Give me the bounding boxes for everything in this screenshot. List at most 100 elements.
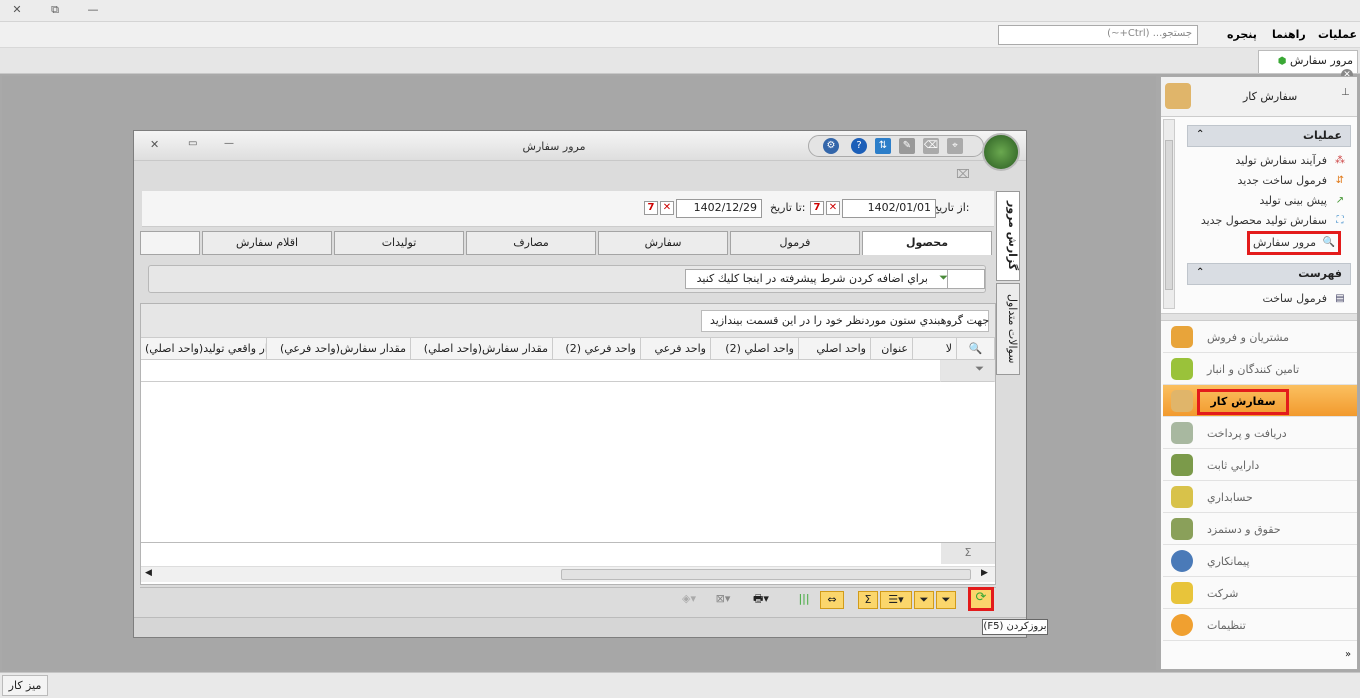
filter-row[interactable] (141, 360, 941, 382)
tab-product[interactable]: محصول (862, 231, 992, 255)
module-work-order[interactable]: سفارش كار (1163, 385, 1357, 417)
module-customers-sales[interactable]: مشتریان و فروش (1163, 321, 1357, 353)
tab-order-review[interactable]: مرور سفارش ⬢ ✕ (1258, 50, 1358, 81)
menu-help[interactable]: راهنما (1272, 28, 1306, 41)
column-header[interactable]: مقدار واقعي توليد(واحد اصلي) (141, 338, 267, 360)
minimize-window-button[interactable]: — (82, 2, 104, 18)
restore-window-button[interactable]: ⧉ (44, 2, 66, 18)
tab-formula[interactable]: فرمول (730, 231, 860, 255)
filter-indicator[interactable] (947, 269, 985, 289)
vtab-faq[interactable]: سوالات متداول (996, 283, 1020, 375)
summary-button[interactable]: Σ (858, 591, 878, 609)
app-logo-icon (982, 133, 1020, 171)
gear-icon (1171, 614, 1193, 636)
refresh-button[interactable]: ⟳ (968, 587, 994, 611)
column-header[interactable]: واحد اصلي (799, 338, 871, 360)
pick-to-date-icon[interactable]: 7 (644, 201, 658, 215)
from-date-label: از تاریخ: (932, 201, 970, 214)
tab-productions[interactable]: تولیدات (334, 231, 464, 255)
menu-window[interactable]: پنجره (1227, 28, 1257, 41)
filter-row-icon[interactable]: ⏷ (941, 360, 995, 382)
ops-section-header[interactable]: عملیات ⌃ (1187, 125, 1351, 147)
vertical-tabs: گزارش مرور سوالات متداول (996, 191, 1022, 491)
column-width-icon[interactable]: ||| (794, 591, 814, 609)
op-production-process[interactable]: فرآیند سفارش تولید ⁂ (1187, 151, 1351, 171)
dialog-close-button[interactable]: ✕ (150, 138, 159, 151)
more-options-icon[interactable]: ◈▾ (676, 591, 702, 609)
pick-from-date-icon[interactable]: 7 (810, 201, 824, 215)
op-label: مرور سفارش (1253, 236, 1316, 249)
scroll-right-arrow[interactable]: ▶ (981, 568, 988, 578)
payments-icon (1171, 422, 1193, 444)
module-fixed-assets[interactable]: دارايي ثابت (1163, 449, 1357, 481)
op-new-formula[interactable]: فرمول ساخت جدید ⇵ (1187, 171, 1351, 191)
close-window-button[interactable]: ✕ (6, 2, 28, 18)
filter-clear-icon[interactable]: ⌫ (923, 138, 939, 154)
tab-order-items[interactable]: اقلام سفارش (202, 231, 332, 255)
filter-off-icon[interactable]: ⌧ (956, 167, 970, 181)
column-header[interactable]: عنوان (871, 338, 913, 360)
collapse-icon[interactable]: ⌃ (1196, 129, 1204, 140)
settings-icon[interactable]: ⚙ (823, 138, 839, 154)
column-header[interactable]: واحد اصلي (2) (711, 338, 799, 360)
dialog-maximize-button[interactable]: ▭ (188, 138, 197, 149)
edit-icon[interactable]: ✎ (899, 138, 915, 154)
payroll-icon (1171, 518, 1193, 540)
list-section-header[interactable]: فهرست ⌃ (1187, 263, 1351, 285)
module-suppliers-warehouse[interactable]: تامین کنندگان و انبار (1163, 353, 1357, 385)
auto-filter-button[interactable]: ⏷ (914, 591, 934, 609)
dialog-minimize-button[interactable]: — (224, 138, 234, 149)
op-order-review[interactable]: مرور سفارش 🔍 (1247, 231, 1341, 255)
clear-to-date-button[interactable]: ✕ (660, 201, 674, 215)
search-input[interactable]: جستجو... (Ctrl+~) (998, 25, 1198, 45)
module-receipts-payments[interactable]: دریافت و پرداخت (1163, 417, 1357, 449)
module-contracting[interactable]: پیمانکاري (1163, 545, 1357, 577)
tab-consumption[interactable]: مصارف (466, 231, 596, 255)
assets-icon (1171, 454, 1193, 476)
desk-button[interactable]: میز کار (2, 675, 48, 696)
scroll-thumb[interactable] (561, 569, 971, 580)
vtab-review-report[interactable]: گزارش مرور (996, 191, 1020, 281)
tab-order[interactable]: سفارش (598, 231, 728, 255)
menu-operations[interactable]: عملیات (1318, 28, 1357, 41)
module-accounting[interactable]: حسابداري (1163, 481, 1357, 513)
collapse-icon[interactable]: ⌃ (1196, 267, 1204, 278)
column-header[interactable]: واحد فرعي (641, 338, 711, 360)
column-header[interactable]: مقدار سفارش(واحد فرعي) (267, 338, 411, 360)
panel-splitter[interactable] (1161, 313, 1357, 321)
clear-from-date-button[interactable]: ✕ (826, 201, 840, 215)
list-header-label: فهرست (1298, 267, 1342, 280)
column-header[interactable]: واحد فرعي (2) (553, 338, 641, 360)
advanced-filter-button[interactable]: براي اضافه كردن شرط پيشرفته در اينجا كلي… (685, 269, 953, 289)
dialog-titlebar: ✕ ▭ — مرور سفارش ⚙ ? ⇅ ✎ ⌫ ⌖ (134, 131, 1026, 171)
horizontal-scrollbar[interactable]: ◀ ▶ (141, 566, 995, 582)
op-forecast[interactable]: پیش بینی تولید ↗ (1187, 191, 1351, 211)
export-excel-icon[interactable]: ⊠▾ (706, 591, 740, 609)
help-icon[interactable]: ? (851, 138, 867, 154)
filter-button[interactable]: ⏷ (936, 591, 956, 609)
print-icon[interactable]: 🖶▾ (744, 591, 778, 609)
panel-scroll-thumb[interactable] (1165, 140, 1173, 290)
pin-panel-icon[interactable]: ⊥ (1341, 87, 1350, 98)
module-company[interactable]: شرکت (1163, 577, 1357, 609)
from-date-field[interactable]: 1402/01/01 (842, 199, 936, 218)
scroll-left-arrow[interactable]: ◀ (145, 568, 152, 578)
panel-scrollbar[interactable] (1163, 119, 1175, 309)
table-icon: ▤ (1335, 293, 1345, 304)
list-build-formula[interactable]: فرمول ساخت ▤ (1187, 289, 1351, 309)
search-icon[interactable]: 🔍 (957, 338, 995, 360)
ops-header-label: عملیات (1302, 129, 1342, 142)
op-new-product-order[interactable]: سفارش تولید محصول جدید ⛶ (1187, 211, 1351, 231)
column-header[interactable]: لا (913, 338, 957, 360)
op-label: پیش بینی تولید (1259, 194, 1327, 207)
refresh-layout-icon[interactable]: ⇅ (875, 138, 891, 154)
fit-columns-button[interactable]: ⇔ (820, 591, 844, 609)
column-header[interactable]: مقدار سفارش(واحد اصلي) (411, 338, 553, 360)
to-date-field[interactable]: 1402/12/29 (676, 199, 762, 218)
column-chooser-button[interactable]: ☰▾ (880, 591, 912, 609)
expand-modules-icon[interactable]: » (1345, 649, 1351, 660)
module-settings[interactable]: تنظیمات (1163, 609, 1357, 641)
pin-icon[interactable]: ⌖ (947, 138, 963, 154)
advanced-filter-text: براي اضافه كردن شرط پيشرفته در اينجا كلي… (696, 272, 928, 285)
module-payroll[interactable]: حقوق و دستمزد (1163, 513, 1357, 545)
